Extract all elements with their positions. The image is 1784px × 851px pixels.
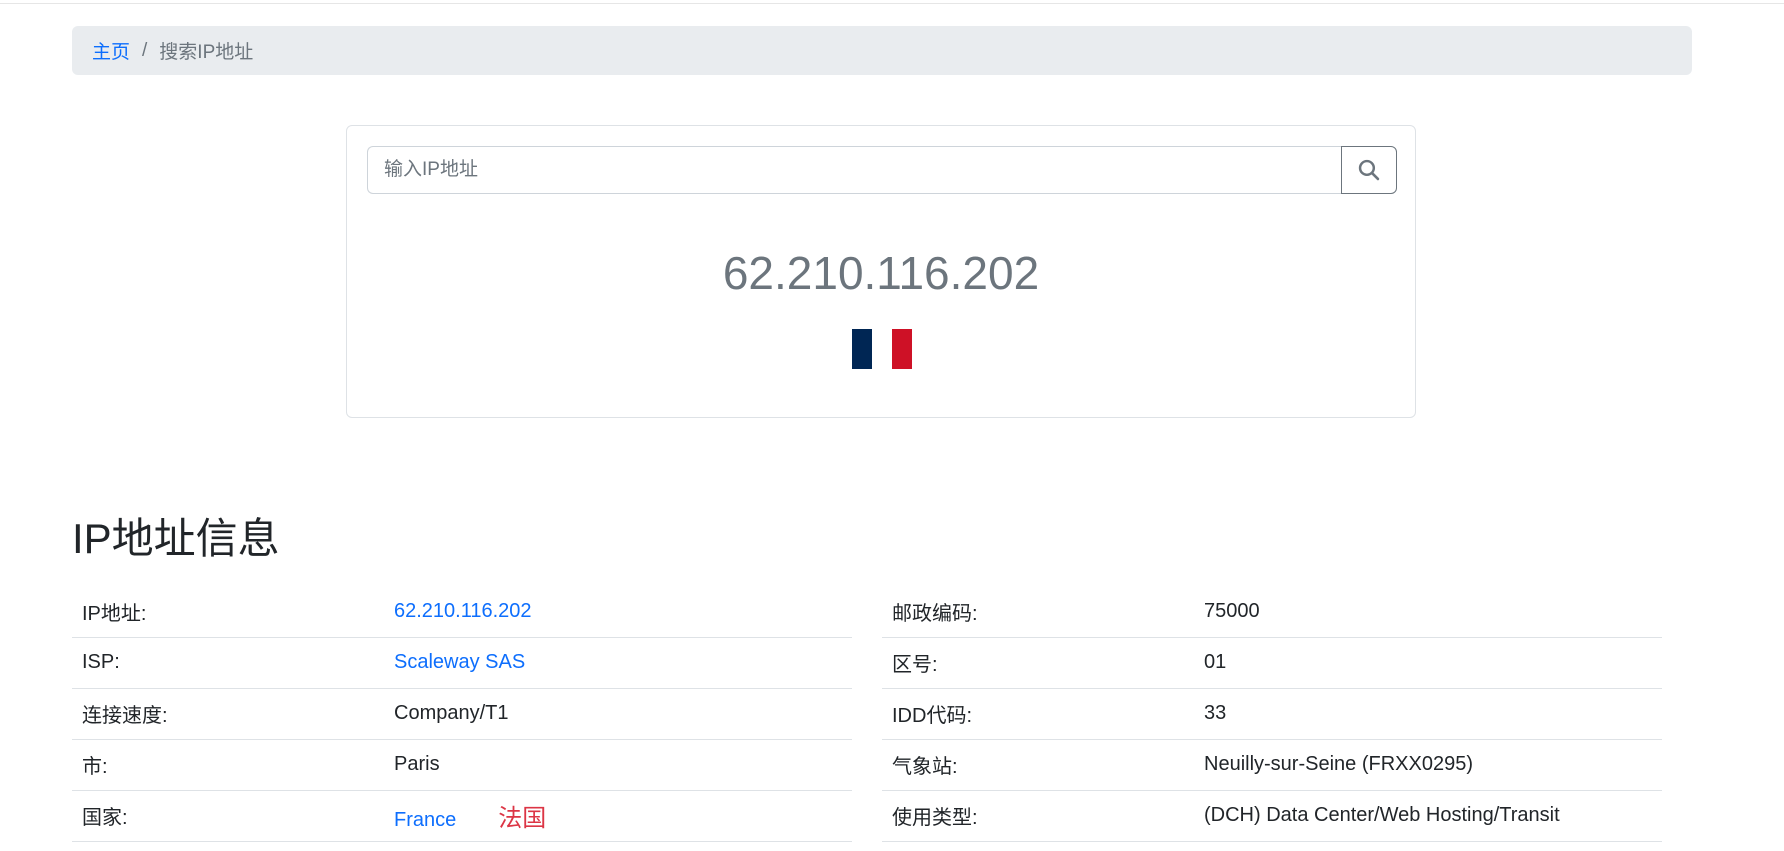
search-group: [367, 146, 1397, 194]
country-link[interactable]: France: [394, 809, 456, 831]
row-value: 62.210.116.202: [384, 586, 852, 638]
row-value: France 法国: [384, 790, 852, 842]
france-flag-icon: [852, 329, 912, 369]
breadcrumb: 主页 / 搜索IP地址: [72, 26, 1692, 75]
row-value: 33: [1194, 688, 1662, 740]
row-label: 使用类型:: [882, 790, 1194, 842]
table-row: 市: Paris: [72, 739, 852, 791]
breadcrumb-separator: /: [142, 39, 148, 61]
table-row: 区号: 01: [882, 637, 1662, 689]
table-row: IDD代码: 33: [882, 688, 1662, 740]
search-icon: [1358, 159, 1380, 181]
table-row: 邮政编码: 75000: [882, 586, 1662, 638]
row-label: 区号:: [882, 637, 1194, 689]
flag-stripe-red: [892, 329, 912, 369]
table-row: 连接速度: Company/T1: [72, 688, 852, 740]
ip-info-table-right: 邮政编码: 75000 区号: 01 IDD代码: 33 气象站: Neuill…: [882, 586, 1662, 842]
table-row: 气象站: Neuilly-sur-Seine (FRXX0295): [882, 739, 1662, 791]
isp-link[interactable]: Scaleway SAS: [394, 651, 525, 673]
row-label: 市:: [72, 739, 384, 791]
row-label: 国家:: [72, 790, 384, 842]
row-value: 75000: [1194, 586, 1662, 638]
ip-address-link[interactable]: 62.210.116.202: [394, 600, 532, 622]
search-card: 62.210.116.202: [346, 125, 1416, 418]
section-title: IP地址信息: [72, 515, 280, 562]
row-value: Scaleway SAS: [384, 637, 852, 689]
result-ip-address: 62.210.116.202: [722, 247, 1040, 299]
row-value: 01: [1194, 637, 1662, 689]
row-value: (DCH) Data Center/Web Hosting/Transit: [1194, 790, 1662, 842]
flag-stripe-blue: [852, 329, 872, 369]
breadcrumb-current: 搜索IP地址: [159, 42, 254, 63]
row-label: ISP:: [72, 637, 384, 689]
table-row: IP地址: 62.210.116.202: [72, 586, 852, 638]
ip-search-input[interactable]: [367, 146, 1341, 194]
row-label: IP地址:: [72, 586, 384, 638]
row-label: IDD代码:: [882, 688, 1194, 740]
country-name-chinese: 法国: [498, 805, 547, 832]
row-value: Paris: [384, 739, 852, 791]
row-value: Neuilly-sur-Seine (FRXX0295): [1194, 739, 1662, 791]
top-divider: [0, 3, 1784, 4]
ip-info-table-left: IP地址: 62.210.116.202 ISP: Scaleway SAS 连…: [72, 586, 852, 842]
table-row: ISP: Scaleway SAS: [72, 637, 852, 689]
breadcrumb-home-link[interactable]: 主页: [92, 37, 130, 64]
row-value: Company/T1: [384, 688, 852, 740]
search-button[interactable]: [1341, 146, 1397, 194]
row-label: 邮政编码:: [882, 586, 1194, 638]
table-row: 使用类型: (DCH) Data Center/Web Hosting/Tran…: [882, 790, 1662, 842]
row-label: 气象站:: [882, 739, 1194, 791]
table-row: 国家: France 法国: [72, 790, 852, 842]
flag-stripe-white: [872, 329, 892, 369]
row-label: 连接速度:: [72, 688, 384, 740]
